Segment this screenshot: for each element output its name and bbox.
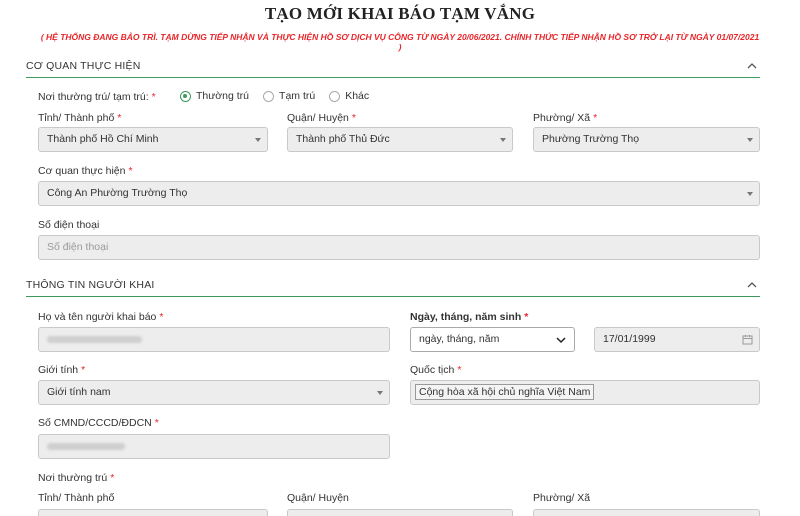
residence-type-radio-group: Thường trú Tạm trú Khác: [180, 90, 369, 102]
perm-province-label: Tỉnh/ Thành phố: [38, 492, 115, 504]
nationality-tag[interactable]: Cộng hòa xã hội chủ nghĩa Việt Nam: [415, 384, 595, 400]
redacted-value: [47, 442, 125, 450]
radio-dot[interactable]: [263, 90, 275, 102]
perm-ward-label: Phường/ Xã: [533, 492, 591, 504]
ward-label: Phường/ Xã *: [533, 112, 598, 124]
fullname-input[interactable]: [38, 327, 390, 352]
chevron-up-icon[interactable]: [746, 279, 758, 291]
nationality-label: Quốc tịch *: [410, 364, 462, 376]
section-title: THÔNG TIN NGƯỜI KHAI: [26, 279, 155, 291]
id-number-input[interactable]: [38, 434, 390, 459]
chevron-up-icon[interactable]: [746, 60, 758, 72]
radio-other[interactable]: Khác: [329, 90, 369, 102]
chevron-down-icon: [556, 337, 566, 344]
section-header-agency[interactable]: CƠ QUAN THỰC HIỆN: [26, 58, 760, 78]
caret-down-icon: [500, 138, 506, 142]
calendar-icon[interactable]: [742, 334, 753, 345]
gender-select[interactable]: Giới tính nam: [38, 380, 390, 405]
section-header-declarant[interactable]: THÔNG TIN NGƯỜI KHAI: [26, 277, 760, 297]
perm-district-label: Quận/ Huyện: [287, 492, 349, 504]
dob-input[interactable]: 17/01/1999: [594, 327, 760, 352]
maintenance-notice: ( HỆ THỐNG ĐANG BẢO TRÌ. TẠM DỪNG TIẾP N…: [40, 32, 760, 52]
redacted-value: [47, 335, 142, 343]
radio-dot[interactable]: [329, 90, 341, 102]
perm-ward-select[interactable]: [533, 509, 760, 516]
section-title: CƠ QUAN THỰC HIỆN: [26, 60, 141, 72]
radio-dot[interactable]: [180, 90, 191, 102]
district-select[interactable]: Thành phố Thủ Đức: [287, 127, 513, 152]
province-select[interactable]: Thành phố Hồ Chí Minh: [38, 127, 268, 152]
perm-district-select[interactable]: [287, 509, 513, 516]
phone-label: Số điện thoại: [38, 219, 100, 231]
province-label: Tỉnh/ Thành phố *: [38, 112, 122, 124]
dob-label: Ngày, tháng, năm sinh *: [410, 311, 529, 323]
agency-select[interactable]: Công An Phường Trường Thọ: [38, 181, 760, 206]
district-label: Quận/ Huyện *: [287, 112, 356, 124]
radio-temporary[interactable]: Tạm trú: [263, 90, 315, 102]
ward-select[interactable]: Phường Trường Thọ: [533, 127, 760, 152]
agency-label: Cơ quan thực hiện *: [38, 165, 133, 177]
dob-format-select[interactable]: ngày, tháng, năm: [410, 327, 575, 352]
phone-input[interactable]: Số điện thoại: [38, 235, 760, 260]
nationality-multiselect[interactable]: Cộng hòa xã hội chủ nghĩa Việt Nam: [410, 380, 760, 405]
id-number-label: Số CMND/CCCD/ĐDCN *: [38, 417, 159, 429]
page-title: TẠO MỚI KHAI BÁO TẠM VẮNG: [264, 4, 536, 23]
caret-down-icon: [255, 138, 261, 142]
radio-permanent[interactable]: Thường trú: [180, 90, 249, 102]
perm-province-select[interactable]: [38, 509, 268, 516]
permanent-residence-label: Nơi thường trú *: [38, 472, 115, 484]
caret-down-icon: [747, 138, 753, 142]
gender-label: Giới tính *: [38, 364, 86, 376]
caret-down-icon: [747, 192, 753, 196]
residence-type-label: Nơi thường trú/ tạm trú: *: [38, 91, 156, 103]
fullname-label: Họ và tên người khai báo *: [38, 311, 164, 323]
caret-down-icon: [377, 391, 383, 395]
